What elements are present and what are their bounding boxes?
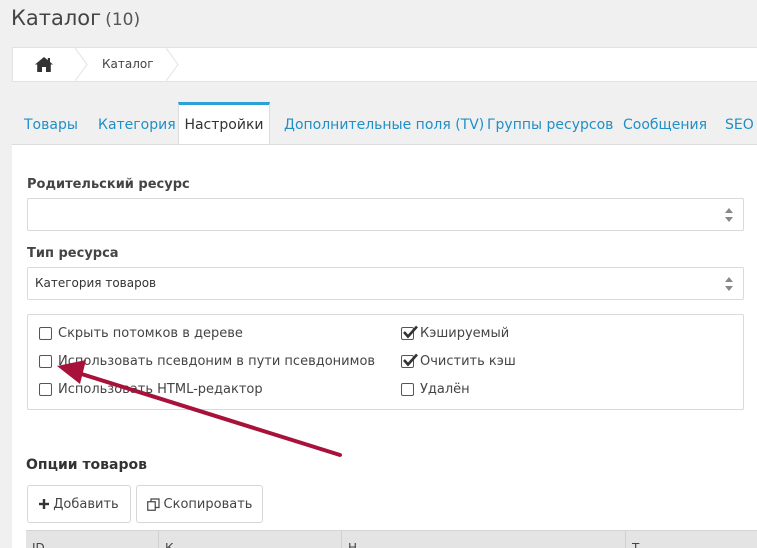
add-button[interactable]: Добавить — [27, 485, 131, 523]
copy-icon — [146, 497, 160, 511]
checkbox-label: Использовать псевдоним в пути псевдонимо… — [58, 354, 376, 369]
tab-products[interactable]: Товары — [24, 102, 78, 144]
breadcrumb-item-catalog[interactable]: Каталог — [102, 48, 154, 81]
breadcrumb-separator — [75, 48, 88, 81]
checkbox-label: Кэшируемый — [420, 326, 510, 341]
checkbox-clear-cache[interactable]: Очистить кэш — [401, 353, 516, 369]
checkbox-label: Очистить кэш — [420, 354, 516, 369]
breadcrumb-separator — [166, 48, 179, 81]
copy-button-label: Скопировать — [163, 496, 253, 512]
page-title-count: (10) — [105, 10, 141, 30]
check-icon — [403, 325, 418, 339]
checkbox-unchecked[interactable] — [39, 383, 52, 396]
checkbox-unchecked[interactable] — [39, 355, 52, 368]
tab-bar: Товары Категория Настройки Дополнительны… — [12, 102, 757, 146]
page-title-text: Каталог — [11, 6, 102, 30]
checkbox-checked[interactable] — [401, 325, 418, 340]
page-title: Каталог (10) — [11, 6, 140, 30]
resource-type-label: Тип ресурса — [27, 246, 119, 261]
tab-settings[interactable]: Настройки — [178, 102, 270, 146]
checkbox-unchecked[interactable] — [401, 383, 414, 396]
add-button-label: Добавить — [53, 496, 119, 512]
checkbox-cacheable[interactable]: Кэшируемый — [401, 325, 510, 341]
breadcrumb-home[interactable] — [13, 48, 75, 81]
tab-tv-fields[interactable]: Дополнительные поля (TV) — [284, 102, 484, 144]
product-options-title: Опции товаров — [26, 457, 147, 473]
tab-resource-groups[interactable]: Группы ресурсов — [487, 102, 613, 144]
checkbox-unchecked[interactable] — [39, 327, 52, 340]
checkbox-checked[interactable] — [401, 353, 418, 368]
resource-type-value: Категория товаров — [35, 276, 157, 290]
checkbox-html-editor[interactable]: Использовать HTML-редактор — [39, 382, 263, 397]
grid-column-header[interactable]: Н — [341, 531, 625, 548]
parent-resource-label: Родительский ресурс — [27, 177, 190, 192]
select-arrows-icon — [725, 208, 733, 222]
checkbox-hide-children[interactable]: Скрыть потомков в дереве — [39, 326, 243, 341]
settings-panel: Родительский ресурс Тип ресурса Категори… — [12, 144, 757, 548]
checkbox-deleted[interactable]: Удалён — [401, 382, 470, 397]
copy-button[interactable]: Скопировать — [136, 485, 263, 523]
options-grid-header: ID К Н Т — [26, 530, 757, 548]
grid-column-header[interactable]: Т — [625, 531, 757, 548]
check-icon — [403, 353, 418, 367]
resource-options-box: Скрыть потомков в дереве Использовать пс… — [27, 314, 744, 410]
select-arrows-icon — [725, 277, 733, 291]
checkbox-label: Использовать HTML-редактор — [58, 382, 263, 397]
tab-category[interactable]: Категория — [98, 102, 176, 144]
plus-icon — [39, 499, 50, 509]
breadcrumb: Каталог — [12, 47, 757, 82]
grid-column-header[interactable]: ID — [26, 531, 158, 548]
checkbox-label: Удалён — [420, 382, 470, 397]
checkbox-label: Скрыть потомков в дереве — [58, 326, 243, 341]
home-icon — [35, 57, 53, 72]
checkbox-use-alias-path[interactable]: Использовать псевдоним в пути псевдонимо… — [39, 354, 375, 369]
tab-messages[interactable]: Сообщения — [623, 102, 707, 144]
parent-resource-select[interactable] — [27, 198, 744, 231]
tab-seo[interactable]: SEO — [725, 102, 754, 144]
resource-type-select[interactable]: Категория товаров — [27, 267, 744, 300]
grid-column-header[interactable]: К — [158, 531, 341, 548]
